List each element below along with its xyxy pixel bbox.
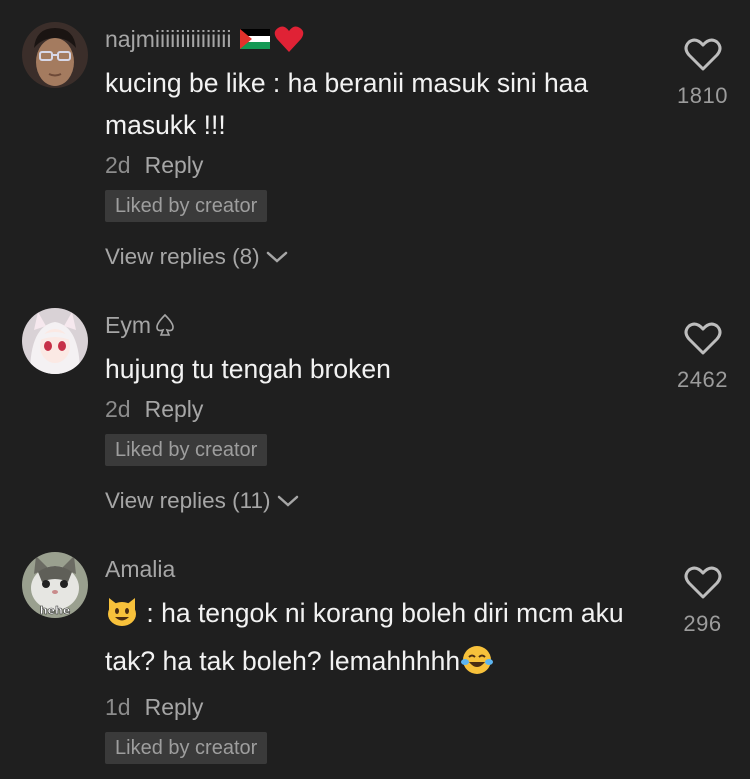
heart-outline-icon <box>684 322 721 355</box>
comment-time: 1d <box>105 694 131 720</box>
liked-by-creator-badge: Liked by creator <box>105 190 268 222</box>
avatar[interactable] <box>22 308 88 374</box>
liked-by-creator-badge: Liked by creator <box>105 732 268 764</box>
username[interactable]: Eym <box>105 310 650 340</box>
like-button[interactable]: 1810 <box>660 38 745 109</box>
like-button[interactable]: 2462 <box>660 322 745 393</box>
view-replies-button[interactable]: View replies (11) <box>105 486 650 516</box>
red-heart-icon <box>274 25 304 53</box>
avatar-caption: hehe <box>40 604 71 617</box>
username[interactable]: najmiiiiiiiiiiiiiii <box>105 24 650 54</box>
heart-outline-icon <box>684 38 721 71</box>
comment-time: 2d <box>105 152 131 178</box>
like-count: 2462 <box>677 367 728 392</box>
like-button[interactable]: 296 <box>660 566 745 637</box>
heart-outline-icon <box>684 566 721 599</box>
grinning-cat-icon <box>105 596 139 640</box>
spade-outline-icon <box>155 313 175 337</box>
comment-text: kucing be like : ha beranii masuk sini h… <box>105 68 589 140</box>
palestine-flag-icon <box>239 29 270 49</box>
reply-button[interactable]: Reply <box>145 392 204 426</box>
reply-button[interactable]: Reply <box>145 690 204 724</box>
comment-time: 2d <box>105 396 131 422</box>
comment-text: hujung tu tengah broken <box>105 354 391 384</box>
liked-by-creator-badge: Liked by creator <box>105 434 268 466</box>
username[interactable]: Amalia <box>105 554 650 584</box>
like-count: 296 <box>683 611 722 636</box>
avatar[interactable] <box>22 22 88 88</box>
tears-of-joy-icon <box>460 644 494 688</box>
view-replies-button[interactable]: View replies (8) <box>105 242 650 272</box>
chevron-down-icon <box>266 251 287 263</box>
avatar[interactable]: hehe <box>22 552 88 618</box>
comment-text: : ha tengok ni korang boleh diri mcm aku… <box>105 592 650 688</box>
chevron-down-icon <box>277 495 298 507</box>
reply-button[interactable]: Reply <box>145 148 204 182</box>
like-count: 1810 <box>677 83 728 108</box>
